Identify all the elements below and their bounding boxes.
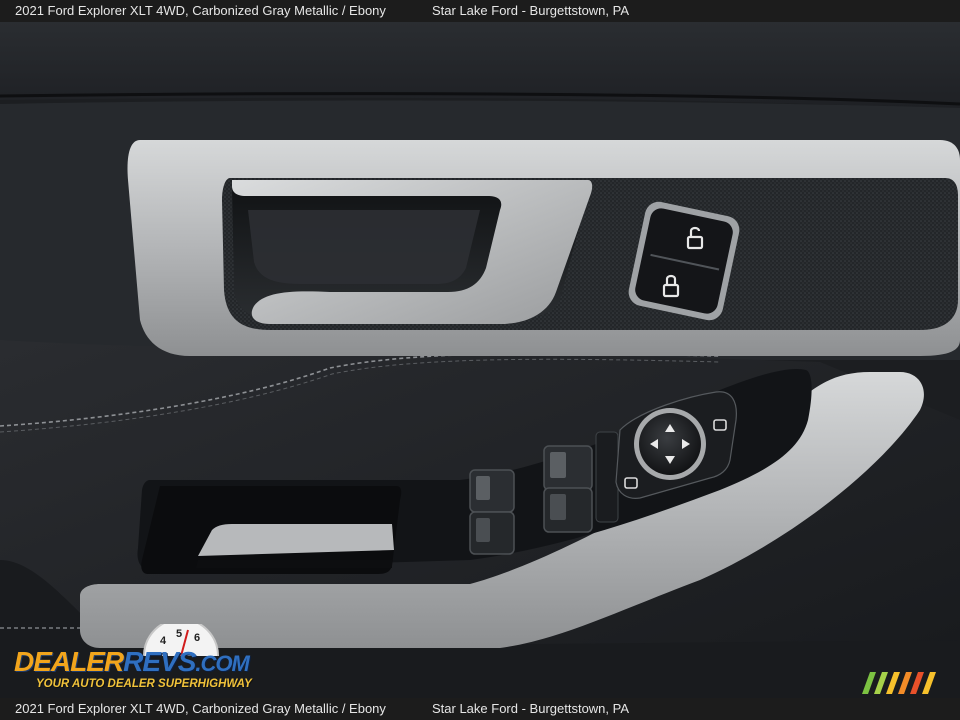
bottom-caption-bar: 2021 Ford Explorer XLT 4WD, Carbonized G… xyxy=(0,698,960,720)
top-caption-bar: 2021 Ford Explorer XLT 4WD, Carbonized G… xyxy=(0,0,960,22)
dealer-caption-bottom: Star Lake Ford - Burgettstown, PA xyxy=(432,701,630,716)
door-panel-photo xyxy=(0,0,960,720)
gauge-digit-6: 6 xyxy=(194,632,200,644)
logo-wordmark: DEALERREVS.COM xyxy=(14,646,250,678)
logo-word-dealer: DEALER xyxy=(14,646,124,677)
gauge-digit-5: 5 xyxy=(176,628,182,640)
vehicle-caption-bottom: 2021 Ford Explorer XLT 4WD, Carbonized G… xyxy=(15,701,386,716)
vehicle-caption: 2021 Ford Explorer XLT 4WD, Carbonized G… xyxy=(15,3,386,18)
dealer-caption: Star Lake Ford - Burgettstown, PA xyxy=(432,3,630,18)
logo-word-revs: REVS xyxy=(123,646,196,677)
logo-tagline: YOUR AUTO DEALER SUPERHIGHWAY xyxy=(36,678,252,690)
stripes-badge-icon xyxy=(862,672,936,694)
logo-word-com: .COM xyxy=(195,651,249,676)
dealerrevs-logo: 4 5 6 DEALERREVS.COM YOUR AUTO DEALER SU… xyxy=(12,624,274,696)
